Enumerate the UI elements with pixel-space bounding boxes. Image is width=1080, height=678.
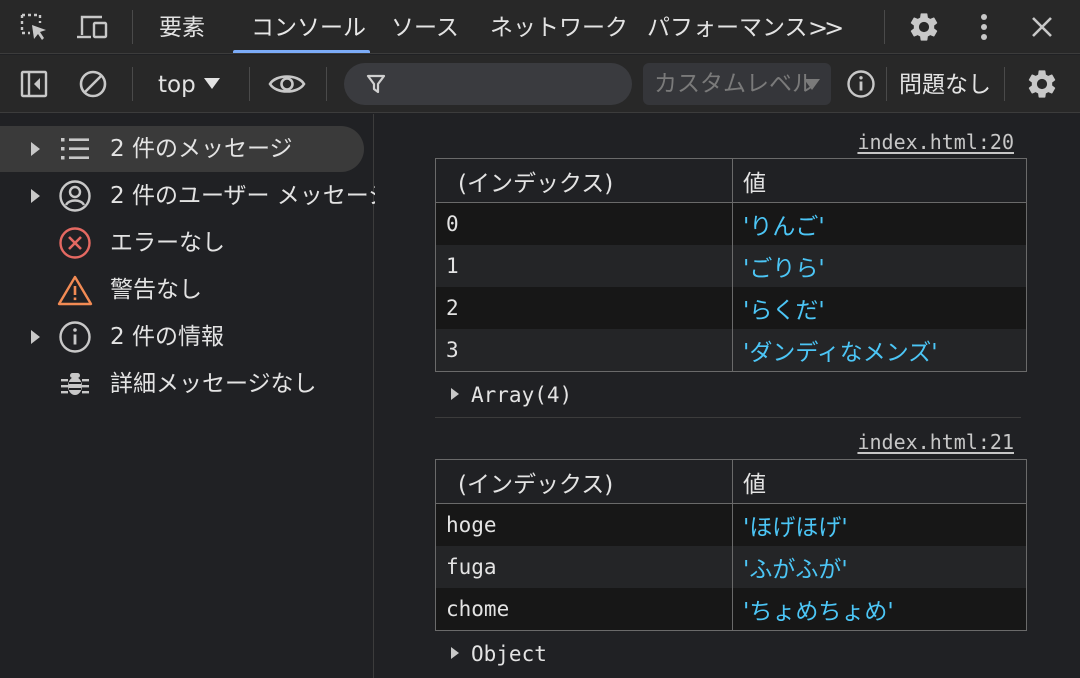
issues-counter[interactable]: 問題なし	[899, 65, 991, 103]
list-icon	[57, 131, 93, 167]
sidebar-item-user-messages[interactable]: 2 件のユーザー メッセージ	[0, 173, 391, 219]
active-tab-indicator	[233, 50, 370, 53]
row-index: 3	[436, 329, 733, 371]
row-value: 'ごりら'	[743, 256, 825, 282]
row-value: 'ダンディなメンズ'	[743, 340, 938, 366]
separator	[132, 10, 133, 44]
expand-arrow-icon[interactable]	[31, 330, 40, 344]
separator	[326, 67, 327, 101]
sidebar-item-label: 2 件のメッセージ	[110, 136, 293, 162]
column-header-index[interactable]: (インデックス)	[436, 159, 733, 202]
row-index: 1	[436, 245, 733, 287]
user-icon	[57, 178, 93, 214]
source-link[interactable]: index.html:21	[857, 430, 1014, 454]
console-output: index.html:20 (インデックス) 値 0 'りんご' 1 'ごりら'…	[375, 114, 1080, 678]
sidebar-item-label: エラーなし	[110, 230, 225, 256]
row-index: 0	[436, 203, 733, 245]
object-summary-expander[interactable]: Array(4)	[451, 380, 572, 410]
expand-arrow-icon	[451, 388, 459, 400]
info-icon[interactable]	[842, 65, 880, 103]
filter-icon	[366, 74, 386, 94]
filter-input[interactable]	[402, 69, 622, 99]
sidebar-item-errors[interactable]: エラーなし	[0, 220, 364, 266]
table-row: 1 'ごりら'	[436, 245, 1026, 287]
table-row: chome 'ちょめちょめ'	[436, 588, 1026, 630]
sidebar-item-verbose[interactable]: 詳細メッセージなし	[0, 361, 364, 407]
inspect-element-icon[interactable]	[15, 8, 53, 46]
row-index: hoge	[436, 504, 733, 546]
context-selector[interactable]: top	[158, 65, 220, 103]
tab-network[interactable]: ネットワーク	[490, 0, 628, 54]
expand-arrow-icon[interactable]	[31, 189, 40, 203]
console-table: (インデックス) 値 hoge 'ほげほげ' fuga 'ふがふが' chome…	[435, 459, 1027, 631]
expand-arrow-icon[interactable]	[31, 142, 40, 156]
object-summary-label: Array(4)	[471, 383, 573, 407]
log-levels-label: カスタムレベル	[654, 71, 815, 97]
separator	[1004, 67, 1005, 101]
table-row: fuga 'ふがふが'	[436, 546, 1026, 588]
log-levels-dropdown[interactable]: カスタムレベル	[643, 63, 831, 105]
table-row: 3 'ダンディなメンズ'	[436, 329, 1026, 371]
sidebar-item-label: 2 件のユーザー メッセージ	[110, 183, 392, 209]
device-toolbar-icon[interactable]	[73, 8, 111, 46]
sidebar-item-label: 警告なし	[110, 277, 202, 303]
console-table: (インデックス) 値 0 'りんご' 1 'ごりら' 2 'らくだ' 3 'ダン…	[435, 158, 1027, 372]
console-sidebar: 2 件のメッセージ 2 件のユーザー メッセージ エラーなし 警告なし 2 件の…	[0, 114, 391, 678]
warning-icon	[57, 272, 93, 308]
context-label: top	[158, 72, 196, 98]
sidebar-toggle-icon[interactable]	[15, 65, 53, 103]
separator	[249, 67, 250, 101]
row-value: 'らくだ'	[743, 298, 825, 324]
console-settings-gear-icon[interactable]	[1023, 65, 1061, 103]
tab-performance[interactable]: パフォーマンス	[647, 0, 808, 54]
sidebar-item-label: 2 件の情報	[110, 324, 224, 350]
separator	[884, 10, 885, 44]
eye-icon[interactable]	[268, 65, 306, 103]
tab-elements[interactable]: 要素	[159, 0, 205, 54]
row-value: 'りんご'	[743, 214, 825, 240]
message-divider	[435, 417, 1021, 418]
row-value: 'ほげほげ'	[743, 515, 848, 541]
row-index: chome	[436, 588, 733, 630]
object-summary-label: Object	[471, 642, 547, 666]
table-header-row: (インデックス) 値	[436, 159, 1026, 203]
table-row: 0 'りんご'	[436, 203, 1026, 245]
column-header-value[interactable]: 値	[733, 159, 1026, 202]
chevron-down-icon	[203, 78, 220, 89]
column-header-value[interactable]: 値	[733, 460, 1026, 503]
clear-console-icon[interactable]	[74, 65, 112, 103]
tab-console[interactable]: コンソール	[251, 0, 366, 54]
filter-box[interactable]	[344, 63, 632, 105]
sidebar-item-label: 詳細メッセージなし	[110, 371, 317, 397]
expand-arrow-icon	[451, 647, 459, 659]
sidebar-item-messages[interactable]: 2 件のメッセージ	[0, 126, 364, 172]
bug-icon	[57, 366, 93, 402]
chevron-down-icon	[804, 79, 820, 90]
row-index: 2	[436, 287, 733, 329]
console-toolbar: top カスタムレベル 問題なし	[0, 55, 1080, 113]
close-icon[interactable]	[1023, 8, 1061, 46]
tab-sources[interactable]: ソース	[391, 0, 459, 54]
sidebar-item-warnings[interactable]: 警告なし	[0, 267, 364, 313]
table-row: hoge 'ほげほげ'	[436, 504, 1026, 546]
table-header-row: (インデックス) 値	[436, 460, 1026, 504]
row-value: 'ふがふが'	[743, 557, 848, 583]
sidebar-item-info[interactable]: 2 件の情報	[0, 314, 364, 360]
error-icon	[57, 225, 93, 261]
gear-icon[interactable]	[905, 8, 943, 46]
source-link[interactable]: index.html:20	[857, 130, 1014, 154]
row-value: 'ちょめちょめ'	[743, 599, 894, 625]
table-row: 2 'らくだ'	[436, 287, 1026, 329]
column-header-index[interactable]: (インデックス)	[436, 460, 733, 503]
separator	[886, 67, 887, 101]
separator	[132, 67, 133, 101]
row-index: fuga	[436, 546, 733, 588]
devtools-tabbar: 要素 コンソール ソース ネットワーク パフォーマンス >>	[0, 0, 1080, 54]
kebab-menu-icon[interactable]	[965, 8, 1003, 46]
info-icon	[57, 319, 93, 355]
more-tabs-button[interactable]: >>	[808, 0, 844, 54]
object-summary-expander[interactable]: Object	[451, 639, 547, 669]
